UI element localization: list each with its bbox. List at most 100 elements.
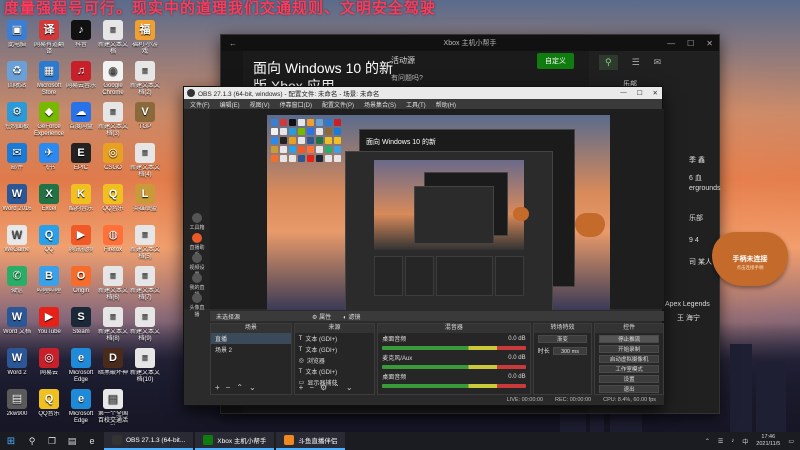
desktop-icon[interactable]: L 英雄联盟	[130, 184, 160, 220]
properties-button[interactable]: ⚙ 属性	[312, 312, 331, 321]
desktop-icon[interactable]: ≡ 新建文本文档(8)	[98, 307, 128, 343]
desktop-icon[interactable]: ✉ 邮件	[2, 143, 32, 179]
menu-docks[interactable]: 停靠窗口(D)	[280, 100, 312, 109]
gamepad-icon[interactable]: 手柄未连接 点击连接手柄	[712, 232, 788, 286]
source-item[interactable]: ◎ 浏览器	[295, 355, 375, 366]
transition-select[interactable]: 渐变	[537, 335, 588, 343]
desktop-icon[interactable]: ◎ 网易云	[34, 348, 64, 384]
desktop-icon[interactable]: ▤ 第一个全国百校交通活动	[98, 389, 128, 425]
desktop-icon[interactable]: ≡ 新建文本文档(9)	[130, 307, 160, 343]
filters-button[interactable]: ◐ 滤镜	[343, 312, 360, 321]
desktop-icon[interactable]: ▶ 腾讯视频	[66, 225, 96, 261]
clock[interactable]: 17:46 2021/11/5	[756, 434, 780, 448]
controller-widget[interactable]: 手柄未连接 点击连接手柄	[700, 232, 800, 312]
desktop-icon[interactable]: ♫ 网易云音乐	[66, 61, 96, 97]
taskbar-item-douyu[interactable]: 斗鱼直播伴侣	[276, 432, 346, 450]
desktop-icon[interactable]: ☁ 百度网盘	[66, 102, 96, 138]
studio-mode-button[interactable]: 工作室模式	[599, 365, 660, 373]
desktop-icon[interactable]: ◍ Firefox	[98, 225, 128, 261]
desktop-icon[interactable]: e Microsoft Edge	[66, 389, 96, 425]
obs-preview-canvas[interactable]: 面向 Windows 10 的新	[267, 115, 610, 310]
menu-tools[interactable]: 工具(T)	[406, 100, 426, 109]
desktop-icon[interactable]: ◉ Google Chrome	[98, 61, 128, 97]
desktop-icon[interactable]: ▶ YouTube	[34, 307, 64, 343]
desktop-icon[interactable]: B 哔哩哔哩	[34, 266, 64, 302]
duration-input[interactable]: 300 ms	[552, 346, 588, 355]
desktop-icon[interactable]: W Word 2	[2, 348, 32, 384]
desktop-icon[interactable]: ▤ 2kw900	[2, 389, 32, 425]
volume-meter[interactable]	[382, 384, 526, 388]
remove-icon[interactable]: −	[309, 383, 314, 392]
desktop-icon[interactable]: ≡ 新建文本文档	[98, 20, 128, 56]
desktop-icon[interactable]: ✈ 飞书	[34, 143, 64, 179]
source-controls[interactable]: + − ⚙ ⌃ ⌄	[299, 383, 353, 392]
left-strip-item[interactable]: 头像直播	[188, 293, 206, 318]
search-icon[interactable]: ⚲	[22, 432, 42, 450]
desktop-icon[interactable]: ▣ 此电脑	[2, 20, 32, 56]
network-icon[interactable]: ☰	[718, 438, 723, 445]
minimize-icon[interactable]: —	[620, 89, 627, 97]
window-controls[interactable]: — ☐ ✕	[620, 89, 658, 97]
desktop-icon[interactable]: ◆ GeForce Experience	[34, 102, 64, 138]
left-strip-item[interactable]: 工具箱	[188, 213, 206, 231]
desktop-icon[interactable]: 译网易有道翻译	[34, 20, 64, 56]
desktop-icon[interactable]: Q QQ	[34, 225, 64, 261]
scene-item[interactable]: 直播	[211, 333, 291, 344]
up-icon[interactable]: ⌃	[236, 383, 243, 392]
window-controls[interactable]: — ☐ ✕	[667, 39, 713, 48]
desktop-icon[interactable]: O Origin	[66, 266, 96, 302]
maximize-icon[interactable]: ☐	[637, 89, 643, 97]
edge-icon[interactable]: e	[82, 432, 102, 450]
virtual-camera-button[interactable]: 启动虚拟摄像机	[599, 355, 660, 363]
desktop-icon[interactable]: W Word 文档	[2, 307, 32, 343]
source-item[interactable]: T 文本 (GDI+)	[295, 366, 375, 377]
desktop-icon[interactable]: Q QQ音乐	[98, 184, 128, 220]
desktop-icon[interactable]: ♻ 回收站	[2, 61, 32, 97]
menu-profile[interactable]: 配置文件(P)	[322, 100, 354, 109]
desktop-icon[interactable]: E EPIC	[66, 143, 96, 179]
volume-meter[interactable]	[382, 346, 526, 350]
obs-titlebar[interactable]: OBS 27.1.3 (64-bit, windows) - 配置文件: 未命名…	[184, 87, 662, 99]
desktop-icon[interactable]: S Steam	[66, 307, 96, 343]
obs-window[interactable]: OBS 27.1.3 (64-bit, windows) - 配置文件: 未命名…	[183, 86, 665, 406]
up-icon[interactable]: ⌃	[333, 383, 340, 392]
menu-edit[interactable]: 编辑(E)	[220, 100, 240, 109]
desktop-icon[interactable]: D 暗黑破坏神	[98, 348, 128, 384]
desktop-icon[interactable]: X Excel	[34, 184, 64, 220]
desktop-icon[interactable]: Q QQ音乐	[34, 389, 64, 425]
add-icon[interactable]: +	[215, 383, 220, 392]
desktop-icon[interactable]: ✆ 微信	[2, 266, 32, 302]
settings-icon[interactable]: ⚙	[320, 383, 327, 392]
desktop-icon[interactable]: ≡ 新建文本文档(4)	[130, 143, 160, 179]
scene-controls[interactable]: + − ⌃ ⌄	[215, 383, 256, 392]
desktop-icon[interactable]: ▦ Microsoft Store	[34, 61, 64, 97]
xbox-tab-people-icon[interactable]: ✉	[654, 57, 662, 68]
add-icon[interactable]: +	[299, 383, 304, 392]
menu-view[interactable]: 视图(V)	[250, 100, 270, 109]
stop-streaming-button[interactable]: 停止推流	[599, 335, 660, 343]
minimize-icon[interactable]: —	[667, 39, 675, 48]
desktop-icon[interactable]: 福福利·小游戏	[130, 20, 160, 56]
remove-icon[interactable]: −	[226, 383, 231, 392]
desktop-icon[interactable]: ♪ 抖音	[66, 20, 96, 56]
task-view-icon[interactable]: ❐	[42, 432, 62, 450]
chevron-up-icon[interactable]: ⌃	[705, 438, 710, 445]
close-icon[interactable]: ✕	[653, 89, 658, 97]
taskbar-item-xbox[interactable]: Xbox 主机小帮手	[195, 432, 275, 450]
menu-help[interactable]: 帮助(H)	[436, 100, 456, 109]
settings-button[interactable]: 设置	[599, 375, 660, 383]
down-icon[interactable]: ⌄	[346, 383, 353, 392]
desktop-icon[interactable]: ◎ CSGO	[98, 143, 128, 179]
desktop-icon[interactable]: ⚙ 控制面板	[2, 102, 32, 138]
file-explorer-icon[interactable]: ▤	[62, 432, 82, 450]
scene-item[interactable]: 场景 2	[211, 344, 291, 355]
xbox-tab-active-icon[interactable]: ⚲	[599, 54, 618, 70]
exit-button[interactable]: 退出	[599, 385, 660, 393]
xbox-titlebar[interactable]: ← Xbox 主机小帮手 — ☐ ✕	[221, 35, 719, 51]
desktop-icon[interactable]: ≡ 新建文本文档(5)	[130, 225, 160, 261]
desktop-icon[interactable]: ≡ 新建文本文档(6)	[98, 266, 128, 302]
close-icon[interactable]: ✕	[706, 39, 713, 48]
start-recording-button[interactable]: 开始录制	[599, 345, 660, 353]
desktop-icon[interactable]: V TGP	[130, 102, 160, 138]
desktop-icon[interactable]: K 酷狗音乐	[66, 184, 96, 220]
